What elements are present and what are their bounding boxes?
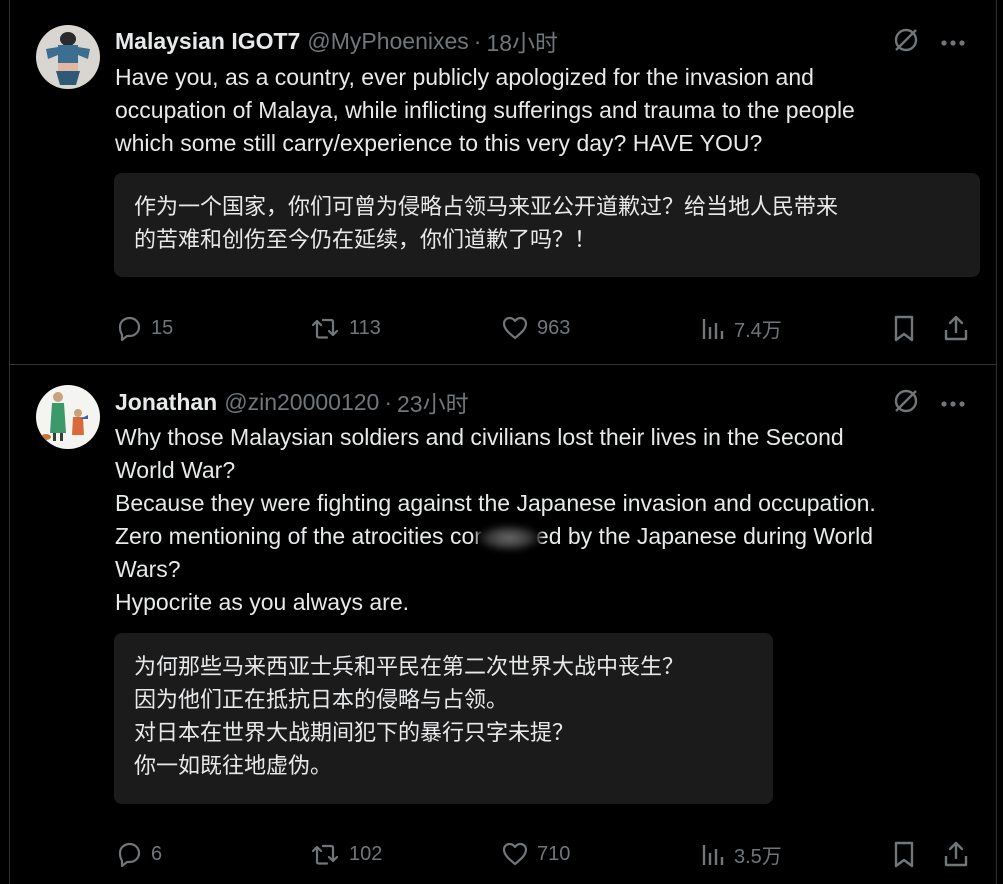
share-button[interactable] [942, 314, 970, 342]
tweet-text: Have you, as a country, ever publicly ap… [115, 61, 975, 160]
avatar[interactable] [36, 25, 100, 89]
grok-icon[interactable] [892, 387, 920, 420]
avatar-image [36, 25, 100, 89]
heart-icon [502, 316, 528, 340]
tweet-text-line: Why those Malaysian soldiers and civilia… [115, 424, 844, 450]
tweet-actions: 6 102 710 3.5万 [115, 838, 975, 870]
bookmark-icon [894, 841, 914, 868]
translation-line: 因为他们正在抵抗日本的侵略与占领。 [134, 688, 509, 713]
tweet-text-line: occupation of Malaya, while inflicting s… [115, 97, 855, 123]
timeline-feed: Malaysian IGOT7 @MyPhoenixes · 18小时 Have… [0, 0, 1003, 884]
timestamp[interactable]: 18小时 [486, 24, 558, 58]
bookmark-button[interactable] [891, 314, 917, 342]
tweet-text-line: Hypocrite as you always are. [115, 589, 410, 615]
reply-bubble-icon [118, 842, 141, 868]
more-dots-icon[interactable] [940, 34, 966, 52]
bookmark-button[interactable] [891, 840, 917, 868]
reply-count: 6 [151, 842, 163, 865]
avatar[interactable] [36, 385, 100, 449]
user-handle[interactable]: @MyPhoenixes [307, 28, 468, 55]
like-button[interactable]: 963 [501, 314, 570, 342]
tweet-text-fragment: Zero mentioning of the atrocities cor [115, 523, 482, 549]
tweet-text-line: Have you, as a country, ever publicly ap… [115, 64, 814, 90]
tweet-text-line: Because they were fighting against the J… [115, 490, 876, 516]
user-handle[interactable]: @zin20000120 [224, 389, 379, 416]
tweet-actions: 15 113 963 7.4万 [115, 312, 975, 344]
share-button[interactable] [942, 840, 970, 868]
views-count: 3.5万 [734, 845, 782, 868]
translation-line: 你一如既往地虚伪。 [134, 754, 333, 779]
views-button[interactable]: 7.4万 [700, 314, 782, 343]
retweet-button[interactable]: 113 [309, 314, 381, 342]
retweet-count: 102 [349, 842, 383, 865]
avatar-image [36, 385, 100, 449]
like-count: 963 [537, 316, 571, 339]
views-bar-icon [702, 319, 724, 339]
reply-count: 15 [151, 316, 174, 339]
tweet-header: Jonathan @zin20000120 · 23小时 [115, 385, 469, 419]
translation-line: 的苦难和创伤至今仍在延续，你们道歉了吗？！ [134, 228, 597, 253]
like-button[interactable]: 710 [501, 840, 570, 868]
reply-bubble-icon [118, 316, 141, 342]
translation-line: 为何那些马来西亚士兵和平民在第二次世界大战中丧生？ [134, 655, 685, 680]
reply-button[interactable]: 15 [115, 314, 173, 342]
tweet-top-actions [892, 387, 966, 420]
tweet-text: Why those Malaysian soldiers and civilia… [115, 421, 975, 619]
timeline-right-border [996, 0, 997, 884]
tweet-top-actions [892, 26, 966, 59]
tweet[interactable]: Malaysian IGOT7 @MyPhoenixes · 18小时 Have… [10, 0, 996, 364]
blurred-text [477, 524, 540, 551]
translation-box: 作为一个国家，你们可曾为侵略占领马来亚公开道歉过？给当地人民带来 的苦难和创伤至… [114, 173, 980, 277]
views-count: 7.4万 [734, 319, 782, 342]
retweet-icon [311, 318, 339, 339]
tweet-text-line: Wars? [115, 556, 181, 582]
share-icon [944, 841, 968, 867]
views-button[interactable]: 3.5万 [700, 840, 782, 869]
display-name[interactable]: Malaysian IGOT7 [115, 28, 300, 55]
more-dots-icon[interactable] [940, 395, 966, 413]
tweet-text-line: World War? [115, 457, 236, 483]
retweet-count: 113 [349, 316, 381, 339]
grok-icon[interactable] [892, 26, 920, 59]
header-separator: · [473, 27, 482, 54]
translation-line: 作为一个国家，你们可曾为侵略占领马来亚公开道歉过？给当地人民带来 [134, 195, 839, 220]
tweet-header: Malaysian IGOT7 @MyPhoenixes · 18小时 [115, 24, 558, 58]
translation-box: 为何那些马来西亚士兵和平民在第二次世界大战中丧生？ 因为他们正在抵抗日本的侵略与… [114, 633, 773, 804]
timestamp[interactable]: 23小时 [397, 385, 469, 419]
tweet-text-fragment: ed by the Japanese during World [535, 523, 874, 549]
retweet-button[interactable]: 102 [309, 840, 382, 868]
heart-icon [502, 842, 528, 866]
like-count: 710 [537, 842, 571, 865]
share-icon [944, 315, 968, 341]
bookmark-icon [894, 315, 914, 342]
tweet-text-line: Zero mentioning of the atrocities cor ed … [115, 520, 975, 553]
tweet[interactable]: Jonathan @zin20000120 · 23小时 Why those M… [10, 365, 996, 884]
display-name[interactable]: Jonathan [115, 389, 217, 416]
translation-line: 对日本在世界大战期间犯下的暴行只字未提？ [134, 721, 575, 746]
retweet-icon [311, 844, 339, 865]
header-separator: · [384, 388, 392, 415]
reply-button[interactable]: 6 [115, 840, 162, 868]
tweet-text-line: which some still carry/experience to thi… [115, 130, 763, 156]
views-bar-icon [702, 845, 724, 865]
